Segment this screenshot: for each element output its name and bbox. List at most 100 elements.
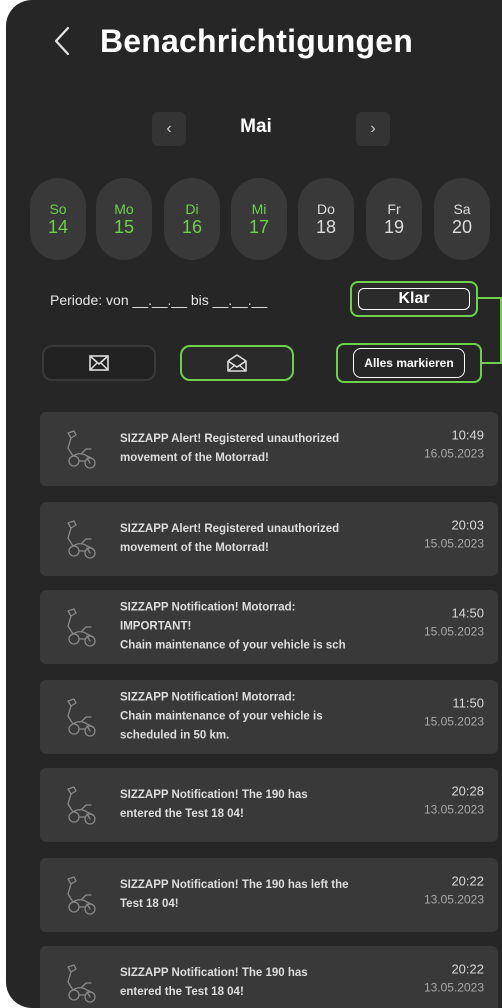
notification-line: Chain maintenance of your vehicle is sch (120, 639, 346, 652)
mark-all-label: Alles markieren (353, 348, 465, 378)
day-tuesday[interactable]: Di 16 (164, 178, 220, 260)
notification-line: SIZZAPP Notification! The 190 has (120, 967, 308, 979)
day-name: Do (317, 201, 335, 217)
day-wednesday[interactable]: Mi 17 (231, 178, 287, 260)
notification-line: movement of the Motorrad! (120, 542, 269, 554)
month-navigation: ‹ Mai › (6, 112, 502, 146)
page-title: Benachrichtigungen (100, 23, 413, 59)
notification-line: SIZZAPP Notification! The 190 has left t… (120, 879, 349, 891)
notification-date: 15.05.2023 (423, 714, 484, 729)
notification-line: SIZZAPP Notification! Motorrad: (120, 691, 296, 704)
notification-message: SIZZAPP Notification! Motorrad: Chain mai… (120, 689, 400, 746)
notification-date: 13.05.2023 (423, 802, 484, 817)
day-name: Mo (114, 201, 134, 217)
notification-message: SIZZAPP Alert! Registered unauthorized mo… (120, 430, 400, 468)
day-saturday[interactable]: Sa 20 (434, 178, 490, 260)
day-name: Fr (387, 201, 401, 217)
chevron-left-icon: ‹ (166, 120, 172, 137)
notification-line: IMPORTANT! (120, 620, 192, 633)
notification-message: SIZZAPP Notification! The 190 has entered… (120, 964, 400, 1002)
notification-date: 13.05.2023 (423, 980, 484, 995)
day-monday[interactable]: Mo 15 (96, 178, 152, 260)
notification-item[interactable]: SIZZAPP Notification! The 190 has entered… (40, 768, 498, 842)
notification-timestamp: 14:50 15.05.2023 (424, 603, 484, 641)
motorcycle-icon (58, 427, 102, 471)
notification-line: Chain maintenance of your vehicle is (120, 710, 323, 723)
motorcycle-icon (58, 517, 102, 561)
next-month-button[interactable]: › (356, 112, 390, 146)
day-name: Mi (251, 201, 267, 217)
klar-button[interactable]: Klar (350, 281, 478, 317)
envelope-open-icon (227, 354, 247, 372)
day-number: 16 (181, 217, 203, 237)
notification-timestamp: 10:49 16.05.2023 (424, 425, 484, 463)
day-name: Sa (453, 201, 471, 217)
day-number: 17 (248, 217, 270, 237)
chevron-right-icon: › (370, 120, 376, 137)
notification-message: SIZZAPP Notification! The 190 has entered… (120, 786, 400, 824)
notification-date: 16.05.2023 (423, 446, 484, 461)
notification-time: 20:22 (451, 873, 484, 889)
notification-time: 20:22 (451, 961, 484, 977)
notification-time: 20:28 (451, 783, 484, 799)
day-number: 15 (113, 217, 135, 237)
chevron-left-icon (54, 26, 70, 56)
motorcycle-icon (58, 873, 102, 917)
notification-item[interactable]: SIZZAPP Alert! Registered unauthorized mo… (40, 502, 498, 576)
back-button[interactable] (48, 24, 78, 58)
notification-time: 11:50 (452, 695, 484, 711)
notification-line: movement of the Motorrad! (120, 452, 269, 464)
notification-timestamp: 20:03 15.05.2023 (424, 515, 484, 553)
notification-line: Test 18 04! (120, 898, 179, 910)
prev-month-button[interactable]: ‹ (152, 112, 186, 146)
motorcycle-icon (58, 783, 102, 827)
motorcycle-icon (58, 695, 102, 739)
notification-time: 10:49 (451, 427, 484, 443)
day-number: 19 (383, 217, 405, 237)
notification-item[interactable]: SIZZAPP Notification! The 190 has entered… (40, 946, 498, 1008)
day-sunday[interactable]: So 14 (30, 178, 86, 260)
mark-all-button[interactable]: Alles markieren (336, 343, 482, 383)
notification-line: SIZZAPP Alert! Registered unauthorized (120, 433, 340, 445)
notification-line: SIZZAPP Alert! Registered unauthorized (120, 523, 340, 535)
notification-line: SIZZAPP Notification! Motorrad: (120, 601, 296, 614)
notification-date: 15.05.2023 (423, 536, 484, 551)
day-number: 20 (451, 217, 473, 237)
app-screen: Benachrichtigungen ‹ Mai › So 14 Mo 15 D… (6, 0, 502, 1008)
notification-time: 20:03 (451, 517, 484, 533)
notification-message: SIZZAPP Notification! Motorrad: IMPORTANT… (120, 599, 400, 656)
notification-line: scheduled in 50 km. (120, 729, 230, 742)
day-friday[interactable]: Fr 19 (366, 178, 422, 260)
notification-message: SIZZAPP Notification! The 190 has left t… (120, 876, 400, 914)
notification-item[interactable]: SIZZAPP Notification! Motorrad: Chain mai… (40, 680, 498, 754)
notification-message: SIZZAPP Alert! Registered unauthorized mo… (120, 520, 400, 558)
callout-line (478, 297, 502, 299)
notification-line: entered the Test 18 04! (120, 808, 244, 820)
unread-filter-button[interactable] (42, 345, 156, 381)
klar-button-border (358, 288, 470, 310)
notification-item[interactable]: SIZZAPP Alert! Registered unauthorized mo… (40, 412, 498, 486)
notification-timestamp: 20:22 13.05.2023 (424, 959, 484, 997)
header: Benachrichtigungen (6, 18, 502, 64)
notification-date: 15.05.2023 (423, 624, 484, 639)
motorcycle-icon (58, 605, 102, 649)
read-filter-button[interactable] (180, 345, 294, 381)
period-filter-label[interactable]: Periode: von __.__.__ bis __.__.__ (50, 292, 267, 308)
day-name: So (49, 201, 67, 217)
day-name: Di (185, 201, 199, 217)
motorcycle-icon (58, 961, 102, 1005)
notification-timestamp: 20:28 13.05.2023 (424, 781, 484, 819)
day-number: 14 (47, 217, 69, 237)
notification-time: 14:50 (451, 605, 484, 621)
notification-date: 13.05.2023 (423, 892, 484, 907)
notification-timestamp: 20:22 13.05.2023 (424, 871, 484, 909)
envelope-closed-icon (89, 355, 109, 371)
month-label: Mai (240, 116, 272, 137)
notification-line: SIZZAPP Notification! The 190 has (120, 789, 308, 801)
notification-item[interactable]: SIZZAPP Notification! The 190 has left t… (40, 858, 498, 932)
notification-item[interactable]: SIZZAPP Notification! Motorrad: IMPORTANT… (40, 590, 498, 664)
day-thursday[interactable]: Do 18 (298, 178, 354, 260)
notification-timestamp: 11:50 15.05.2023 (424, 693, 484, 731)
day-number: 18 (315, 217, 337, 237)
day-selector: So 14 Mo 15 Di 16 Mi 17 Do 18 Fr 19 Sa 2… (30, 178, 502, 262)
